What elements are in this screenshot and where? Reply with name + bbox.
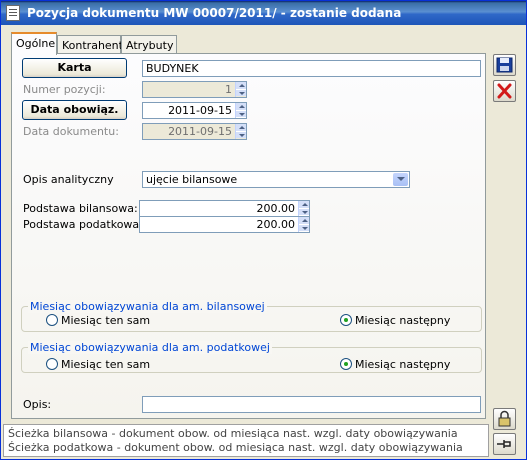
podstawa-podatkowa-value: 200.00 xyxy=(256,218,296,231)
close-icon xyxy=(497,83,512,99)
bilansowa-ten-sam-radio[interactable]: Miesiąc ten sam xyxy=(46,314,150,327)
chevron-down-icon[interactable] xyxy=(393,173,408,186)
bilansowa-nastepny-radio[interactable]: Miesiąc następny xyxy=(340,314,450,327)
podstawa-podatkowa-spinner[interactable] xyxy=(298,217,309,232)
opis-input[interactable] xyxy=(142,396,481,413)
podatkowa-ten-sam-radio[interactable]: Miesiąc ten sam xyxy=(46,358,150,371)
status-line-podatkowa: Ścieżka podatkowa - dokument obow. od mi… xyxy=(8,441,463,454)
karta-button[interactable]: Karta xyxy=(22,58,127,78)
data-dokumentu-spinner xyxy=(235,124,246,139)
podstawa-podatkowa-field[interactable]: 200.00 xyxy=(139,216,310,233)
miesiac-podatkowa-legend: Miesiąc obowiązywania dla am. podatkowej xyxy=(28,341,272,354)
tab-atrybuty[interactable]: Atrybuty xyxy=(121,35,177,54)
status-line-bilansowa: Ścieżka bilansowa - dokument obow. od mi… xyxy=(8,427,458,440)
karta-field[interactable]: BUDYNEK xyxy=(142,60,481,77)
podstawa-bilansowa-value: 200.00 xyxy=(256,202,296,215)
title-bar[interactable]: Pozycja dokumentu MW 00007/2011/ - zosta… xyxy=(1,1,526,25)
numer-pozycji-value: 1 xyxy=(225,83,232,96)
opis-label: Opis: xyxy=(23,398,52,411)
radio-off-icon xyxy=(46,314,58,326)
status-info-box: Ścieżka bilansowa - dokument obow. od mi… xyxy=(3,424,489,457)
podatkowa-nastepny-radio[interactable]: Miesiąc następny xyxy=(340,358,450,371)
data-obowiazywania-spinner[interactable] xyxy=(235,103,246,118)
pin-icon xyxy=(497,440,511,448)
save-icon xyxy=(496,57,513,73)
podatkowa-nastepny-label: Miesiąc następny xyxy=(355,358,451,371)
podstawa-bilansowa-label: Podstawa bilansowa: xyxy=(23,202,138,215)
tab-ogolne[interactable]: Ogólne xyxy=(11,32,57,55)
data-dokumentu-value: 2011-09-15 xyxy=(168,125,232,138)
radio-on-icon xyxy=(340,314,352,326)
opis-analityczny-value: ujęcie bilansowe xyxy=(146,173,238,186)
numer-pozycji-field: 1 xyxy=(142,81,247,98)
tab-kontrahent[interactable]: Kontrahent xyxy=(57,35,123,54)
lock-icon xyxy=(498,410,511,427)
bilansowa-ten-sam-label: Miesiąc ten sam xyxy=(61,314,151,327)
radio-on-icon xyxy=(340,358,352,370)
numer-spinner xyxy=(235,82,246,97)
opis-analityczny-select[interactable]: ujęcie bilansowe xyxy=(142,171,410,188)
bilansowa-nastepny-label: Miesiąc następny xyxy=(355,314,451,327)
podstawa-bilansowa-spinner[interactable] xyxy=(298,201,309,216)
podstawa-podatkowa-label: Podstawa podatkowa: xyxy=(23,218,143,231)
pin-button[interactable] xyxy=(493,433,516,455)
data-obowiazywania-field[interactable]: 2011-09-15 xyxy=(142,102,247,119)
document-icon xyxy=(6,5,20,21)
lock-button[interactable] xyxy=(493,408,516,430)
dialog-window: Pozycja dokumentu MW 00007/2011/ - zosta… xyxy=(0,0,527,460)
radio-off-icon xyxy=(46,358,58,370)
podstawa-bilansowa-field[interactable]: 200.00 xyxy=(139,200,310,217)
cancel-button[interactable] xyxy=(493,80,516,102)
podatkowa-ten-sam-label: Miesiąc ten sam xyxy=(61,358,151,371)
numer-pozycji-label: Numer pozycji: xyxy=(23,83,106,96)
window-title: Pozycja dokumentu MW 00007/2011/ - zosta… xyxy=(27,6,402,20)
data-dokumentu-field: 2011-09-15 xyxy=(142,123,247,140)
data-obowiazywania-value: 2011-09-15 xyxy=(168,104,232,117)
miesiac-bilansowa-legend: Miesiąc obowiązywania dla am. bilansowej xyxy=(28,300,267,313)
data-obowiazywania-button[interactable]: Data obowiąz. xyxy=(22,100,127,120)
save-button[interactable] xyxy=(493,54,516,76)
data-dokumentu-label: Data dokumentu: xyxy=(23,125,119,138)
opis-analityczny-label: Opis analityczny xyxy=(23,173,114,186)
